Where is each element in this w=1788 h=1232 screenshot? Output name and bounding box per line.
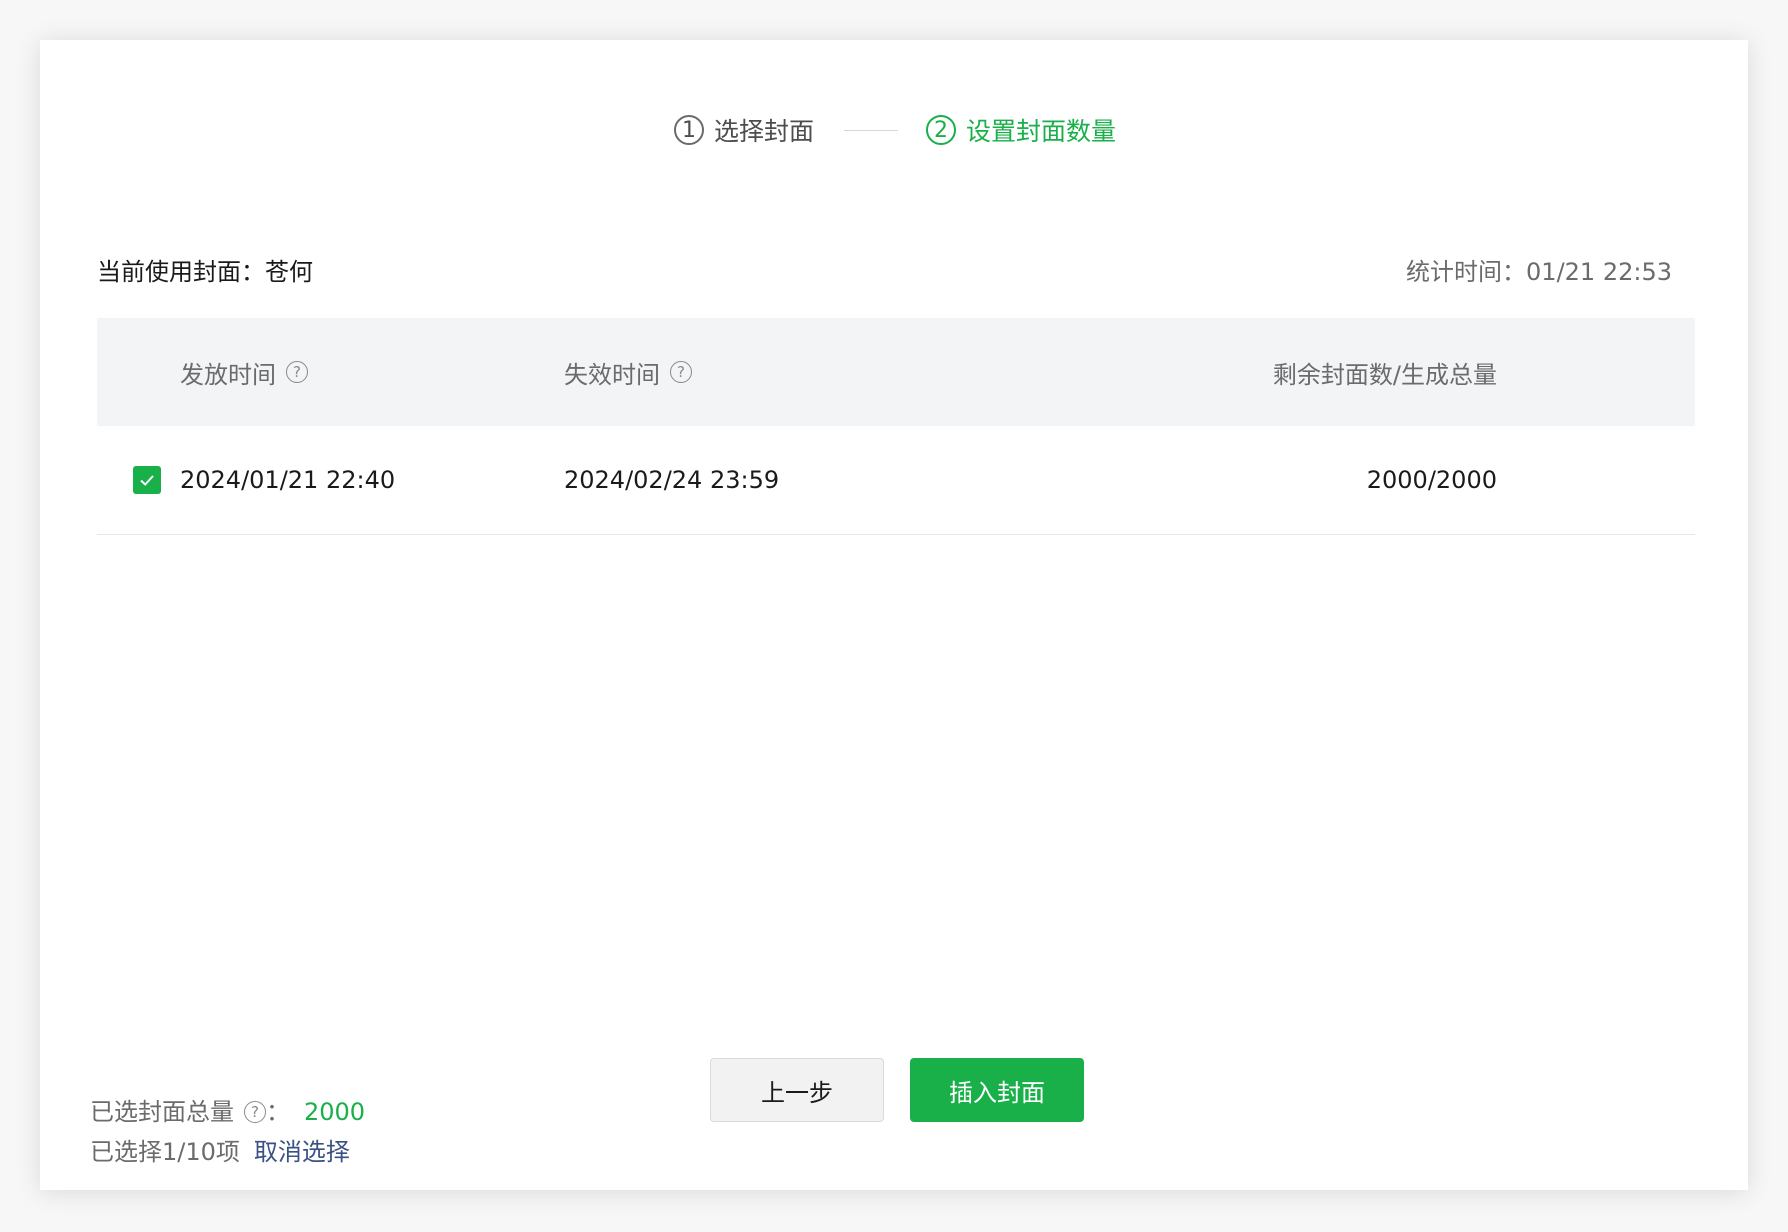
step-number-1: 1 [674, 115, 704, 145]
header-expire-time-label: 失效时间 [564, 360, 660, 389]
insert-cover-button[interactable]: 插入封面 [910, 1058, 1084, 1122]
cell-remaining: 2000/2000 [1366, 466, 1497, 494]
step-select-cover[interactable]: 1 选择封面 [674, 108, 814, 152]
cell-issue-time: 2024/01/21 22:40 [180, 466, 396, 494]
row-checkbox[interactable] [133, 466, 161, 494]
stepper: 1 选择封面 2 设置封面数量 [40, 108, 1748, 152]
table-row[interactable]: 2024/01/21 22:40 2024/02/24 23:59 2000/2… [97, 426, 1695, 535]
header-issue-time-label: 发放时间 [180, 360, 276, 389]
step-label-1: 选择封面 [714, 117, 815, 146]
step-number-2: 2 [926, 115, 956, 145]
current-cover-label: 当前使用封面：苍何 [97, 258, 313, 286]
selected-count: 已选择1/10项 [90, 1138, 240, 1166]
total-separator: ： [266, 1098, 290, 1126]
total-label: 已选封面总量 [90, 1098, 234, 1126]
help-icon[interactable]: ? [244, 1101, 266, 1123]
total-value: 2000 [304, 1098, 366, 1126]
selection-summary: 已选封面总量 ? ： 2000 已选择1/10项 取消选择 [90, 1092, 365, 1172]
cover-table: 发放时间 ? 失效时间 ? 剩余封面数/生成总量 2024/01/21 22:4… [97, 318, 1695, 535]
check-icon [140, 475, 154, 486]
cell-expire-time: 2024/02/24 23:59 [564, 466, 780, 494]
stat-time-label: 统计时间：01/21 22:53 [1406, 258, 1672, 286]
step-set-quantity: 2 设置封面数量 [926, 108, 1116, 152]
selected-row: 已选择1/10项 取消选择 [90, 1132, 365, 1172]
header-expire-time: 失效时间 ? [564, 318, 692, 426]
header-remaining: 剩余封面数/生成总量 [1272, 360, 1497, 389]
table-header: 发放时间 ? 失效时间 ? 剩余封面数/生成总量 [97, 318, 1695, 426]
row-checkbox-cell [133, 426, 161, 534]
step-connector [844, 130, 898, 131]
cover-settings-dialog: 1 选择封面 2 设置封面数量 当前使用封面：苍何 统计时间：01/21 22:… [40, 40, 1748, 1190]
help-icon[interactable]: ? [286, 361, 308, 383]
help-icon[interactable]: ? [670, 361, 692, 383]
cancel-selection-link[interactable]: 取消选择 [254, 1132, 350, 1172]
total-row: 已选封面总量 ? ： 2000 [90, 1092, 365, 1132]
header-issue-time: 发放时间 ? [180, 318, 308, 426]
step-label-2: 设置封面数量 [966, 117, 1117, 146]
previous-step-button[interactable]: 上一步 [710, 1058, 884, 1122]
